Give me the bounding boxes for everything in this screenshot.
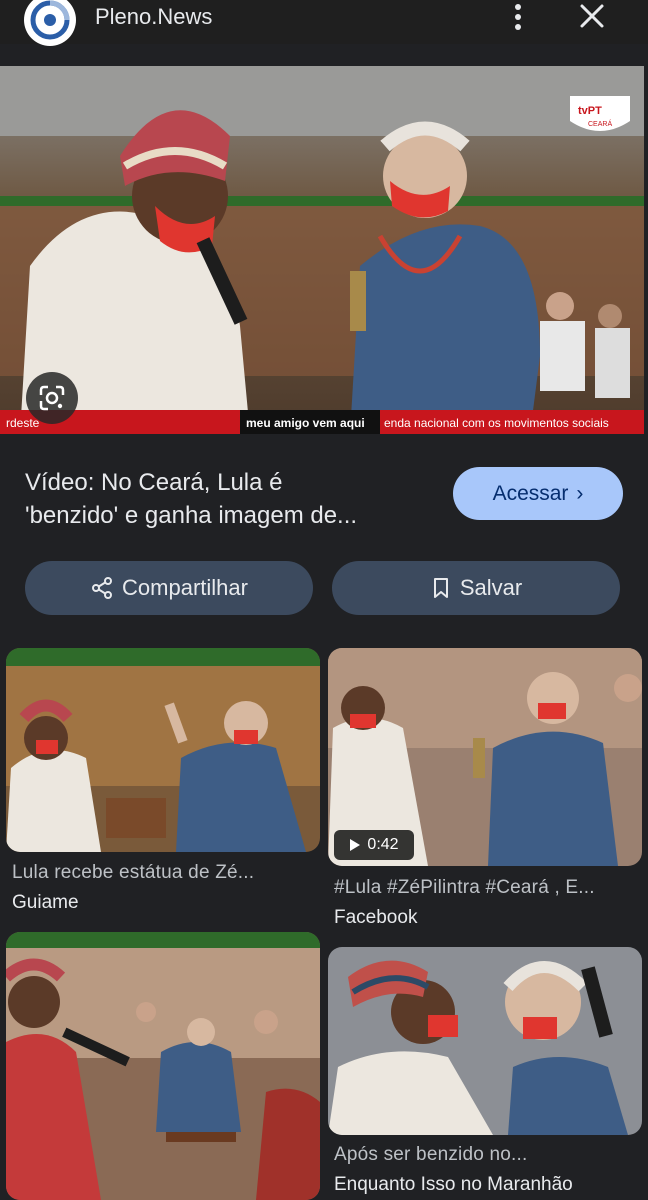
result-title-line1: Vídeo: No Ceará, Lula é bbox=[25, 469, 283, 496]
bookmark-icon bbox=[433, 578, 448, 598]
more-vert-icon[interactable] bbox=[503, 0, 533, 34]
related-image-3[interactable] bbox=[6, 932, 320, 1200]
access-button-label: Acessar bbox=[492, 481, 569, 505]
related-source-4[interactable]: Enquanto Isso no Maranhão bbox=[334, 1174, 573, 1196]
share-button[interactable]: Compartilhar bbox=[25, 561, 313, 615]
video-duration: 0:42 bbox=[367, 836, 399, 853]
broadcaster-logo-line1: tvPT bbox=[578, 105, 602, 117]
share-button-label: Compartilhar bbox=[122, 575, 248, 600]
access-button[interactable]: Acessar › bbox=[453, 467, 623, 520]
google-lens-button[interactable] bbox=[26, 372, 78, 424]
chevron-right-icon: › bbox=[576, 481, 584, 505]
save-button[interactable]: Salvar bbox=[332, 561, 620, 615]
related-caption-1[interactable]: Lula recebe estátua de Zé... bbox=[12, 862, 312, 884]
result-title[interactable]: Vídeo: No Ceará, Lula é 'benzido' e ganh… bbox=[25, 466, 435, 532]
play-icon bbox=[350, 839, 361, 851]
related-source-1[interactable]: Guiame bbox=[12, 892, 79, 914]
related-caption-4[interactable]: Após ser benzido no... bbox=[334, 1144, 634, 1166]
pleno-news-logo-icon[interactable] bbox=[24, 0, 76, 46]
ticker-right: enda nacional com os movimentos sociais bbox=[384, 416, 609, 430]
site-name[interactable]: Pleno.News bbox=[95, 4, 212, 30]
result-title-line2: 'benzido' e ganha imagem de... bbox=[25, 502, 358, 529]
google-lens-icon bbox=[39, 385, 65, 411]
related-image-1[interactable] bbox=[6, 648, 320, 852]
save-button-label: Salvar bbox=[459, 575, 523, 600]
share-icon bbox=[92, 577, 113, 599]
related-caption-2[interactable]: #Lula #ZéPilintra #Ceará , E... bbox=[334, 877, 634, 899]
broadcaster-logo-line2: CEARÁ bbox=[588, 119, 612, 128]
related-image-4[interactable] bbox=[328, 947, 642, 1135]
main-result-image[interactable]: tvPT CEARÁ rdeste meu amigo vem aqui end… bbox=[0, 66, 644, 434]
related-source-2[interactable]: Facebook bbox=[334, 907, 417, 929]
top-bar: Pleno.News bbox=[0, 0, 648, 46]
video-duration-badge: 0:42 bbox=[334, 830, 414, 860]
ticker-middle: meu amigo vem aqui bbox=[246, 416, 365, 430]
close-icon[interactable] bbox=[574, 0, 610, 34]
